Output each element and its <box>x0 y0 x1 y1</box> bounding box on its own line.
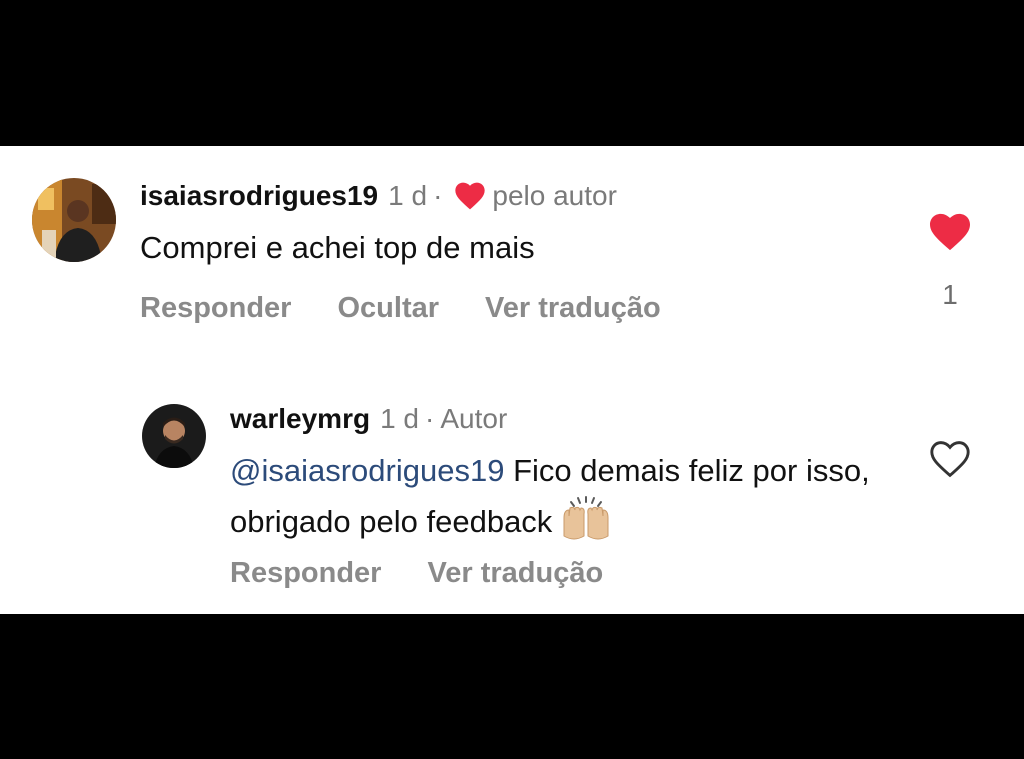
comment-text: Comprei e achei top de mais <box>140 230 535 265</box>
author-badge: Autor <box>440 403 508 434</box>
avatar[interactable] <box>32 178 116 262</box>
comment-actions: Responder Ver tradução <box>230 556 649 590</box>
timestamp: 1 d <box>380 403 420 434</box>
username[interactable]: isaiasrodrigues19 <box>140 179 378 213</box>
comment-text: @isaiasrodrigues19 Fico demais feliz por… <box>230 446 870 547</box>
avatar-photo <box>142 404 206 468</box>
comment-meta: isaiasrodrigues19 1 d · pelo autor <box>140 179 617 213</box>
reply-button[interactable]: Responder <box>140 291 291 325</box>
avatar-photo <box>32 178 116 262</box>
separator: · <box>433 180 443 211</box>
see-translation-button[interactable]: Ver tradução <box>427 556 603 590</box>
screen: isaiasrodrigues19 1 d · pelo autor Compr… <box>0 0 1024 759</box>
comment-actions: Responder Ocultar Ver tradução <box>140 291 707 325</box>
heart-outline-icon[interactable] <box>928 439 972 479</box>
raising-hands-emoji <box>563 496 609 540</box>
username[interactable]: warleymrg <box>230 402 370 436</box>
like-count: 1 <box>942 279 958 310</box>
avatar[interactable] <box>142 404 206 468</box>
comments-panel: isaiasrodrigues19 1 d · pelo autor Compr… <box>0 146 1024 614</box>
heart-icon <box>455 182 486 210</box>
reply-button[interactable]: Responder <box>230 556 381 590</box>
mention-link[interactable]: @isaiasrodrigues19 <box>230 453 504 488</box>
hide-button[interactable]: Ocultar <box>337 291 439 325</box>
separator: · <box>425 403 435 434</box>
comment-meta: warleymrg 1 d · Autor <box>230 402 507 436</box>
heart-icon[interactable] <box>928 212 972 252</box>
see-translation-button[interactable]: Ver tradução <box>485 291 661 325</box>
timestamp: 1 d <box>388 180 428 211</box>
liked-by-author-label: pelo autor <box>492 180 617 211</box>
